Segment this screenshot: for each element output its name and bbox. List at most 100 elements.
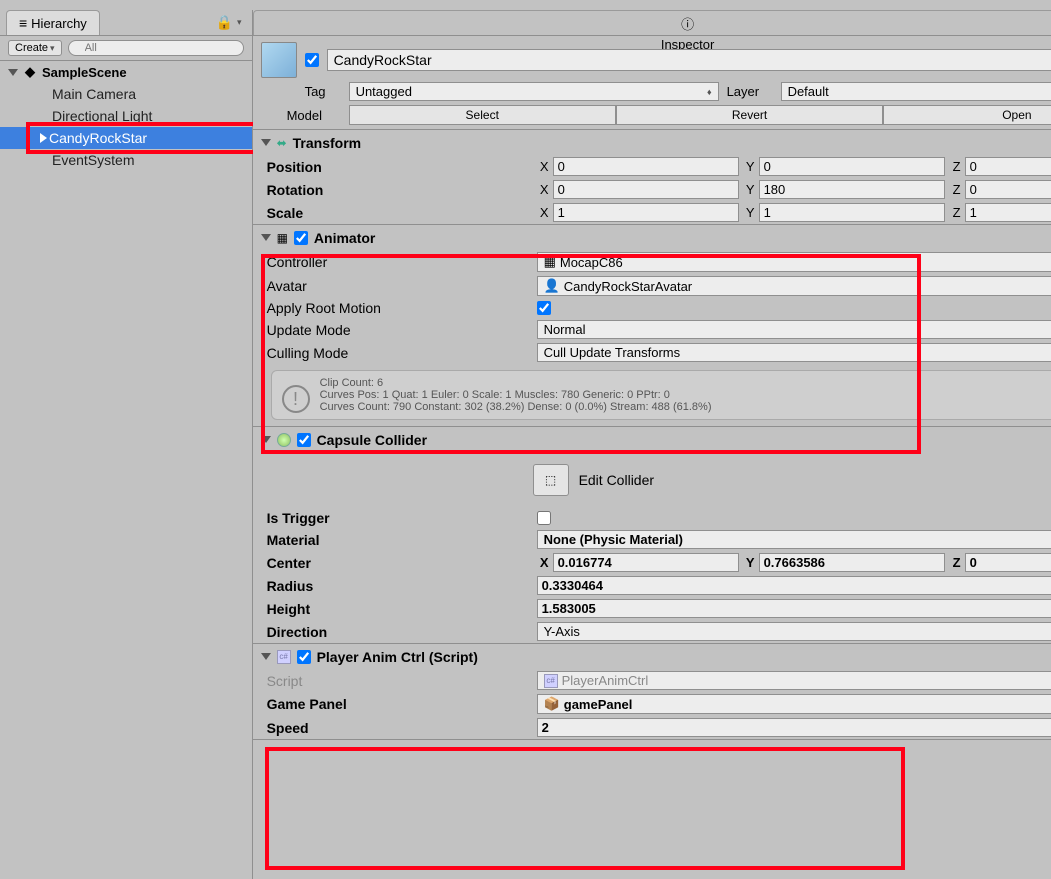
pos-y-input[interactable] — [759, 157, 945, 176]
rotation-label: Rotation — [267, 182, 537, 198]
script-enabled-checkbox[interactable] — [297, 650, 311, 664]
curves-count: Curves Count: 790 Constant: 302 (38.2%) … — [320, 401, 712, 413]
direction-dropdown[interactable]: Y-Axis♦ — [537, 622, 1051, 641]
foldout-icon — [8, 69, 18, 76]
model-revert-button[interactable]: Revert — [616, 105, 883, 125]
foldout-icon[interactable] — [261, 653, 271, 660]
foldout-icon[interactable] — [261, 436, 271, 443]
model-select-button[interactable]: Select — [349, 105, 616, 125]
gameobject-enabled-checkbox[interactable] — [305, 53, 319, 67]
hierarchy-item-directional-light[interactable]: Directional Light — [0, 105, 252, 127]
scene-row[interactable]: ◆ SampleScene — [0, 61, 252, 83]
update-mode-dropdown[interactable]: Normal♦ — [537, 320, 1051, 339]
rot-z-input[interactable] — [965, 180, 1051, 199]
transform-icon: ⬌ — [277, 136, 287, 150]
center-x-input[interactable] — [553, 553, 739, 572]
pos-z-input[interactable] — [965, 157, 1051, 176]
csharp-script-icon: c# — [544, 674, 558, 688]
center-label: Center — [267, 555, 537, 571]
rot-y-input[interactable] — [759, 180, 945, 199]
animator-title: Animator — [314, 230, 375, 246]
material-field[interactable]: None (Physic Material) — [537, 530, 1051, 549]
pos-x-input[interactable] — [553, 157, 739, 176]
scale-label: Scale — [267, 205, 537, 221]
game-panel-label: Game Panel — [267, 696, 537, 712]
game-panel-field[interactable]: 📦 gamePanel — [537, 694, 1051, 714]
curves-pos: Curves Pos: 1 Quat: 1 Euler: 0 Scale: 1 … — [320, 389, 712, 401]
edit-collider-button[interactable]: ⬚ — [533, 464, 569, 496]
speed-label: Speed — [267, 720, 537, 736]
edit-collider-label: Edit Collider — [579, 472, 654, 488]
capsule-collider-component: Capsule Collider ? ⚙ ⬚ Edit Collider Is … — [253, 427, 1051, 644]
info-icon: ! — [282, 385, 310, 413]
gameobject-icon[interactable] — [261, 42, 297, 78]
expand-icon — [40, 133, 47, 143]
apply-root-checkbox[interactable] — [537, 301, 551, 315]
radius-label: Radius — [267, 578, 537, 594]
is-trigger-checkbox[interactable] — [537, 511, 551, 525]
direction-label: Direction — [267, 624, 537, 640]
rot-x-input[interactable] — [553, 180, 739, 199]
center-z-input[interactable] — [965, 553, 1051, 572]
script-field: c#PlayerAnimCtrl — [537, 671, 1051, 690]
edit-collider-icon: ⬚ — [545, 473, 556, 487]
scene-name: SampleScene — [42, 65, 127, 80]
create-button[interactable]: Create ▾ — [8, 40, 62, 56]
culling-mode-label: Culling Mode — [267, 345, 537, 361]
hierarchy-lock[interactable]: 🔒 ▾ — [216, 10, 242, 35]
scale-x-input[interactable] — [553, 203, 739, 222]
hierarchy-item-eventsystem[interactable]: EventSystem — [0, 149, 252, 171]
tag-label: Tag — [305, 84, 341, 99]
controller-field[interactable]: ▦ MocapC86 — [537, 252, 1051, 272]
foldout-icon[interactable] — [261, 234, 271, 241]
speed-input[interactable] — [537, 718, 1051, 737]
avatar-field[interactable]: 👤 CandyRockStarAvatar — [537, 276, 1051, 296]
scale-z-input[interactable] — [965, 203, 1051, 222]
animator-component: ▦ Animator ? ⚙ Controller ▦ MocapC86 Ava… — [253, 225, 1051, 427]
highlight-box-script — [265, 747, 905, 870]
animator-info-box: ! Clip Count: 6 Curves Pos: 1 Quat: 1 Eu… — [271, 370, 1051, 420]
height-input[interactable] — [537, 599, 1051, 618]
inspector-icon: ⓘ — [681, 14, 694, 33]
capsule-title: Capsule Collider — [317, 432, 427, 448]
model-open-button[interactable]: Open — [883, 105, 1051, 125]
foldout-icon[interactable] — [261, 139, 271, 146]
create-label: Create — [15, 42, 48, 54]
hierarchy-item-candyrockstar[interactable]: CandyRockStar — [0, 127, 252, 149]
controller-label: Controller — [267, 254, 537, 270]
clip-count: Clip Count: 6 — [320, 377, 712, 389]
animator-enabled-checkbox[interactable] — [294, 231, 308, 245]
layer-label: Layer — [727, 84, 773, 99]
position-label: Position — [267, 159, 537, 175]
chevron-down-icon: ▾ — [50, 43, 55, 54]
transform-title: Transform — [293, 135, 361, 151]
capsule-icon — [277, 433, 291, 447]
material-label: Material — [267, 532, 537, 548]
layer-dropdown[interactable]: Default♦ — [781, 82, 1051, 101]
hierarchy-tab[interactable]: Hierarchy — [6, 10, 100, 35]
script-label: Script — [267, 673, 537, 689]
hierarchy-item-label: CandyRockStar — [49, 130, 147, 146]
transform-component: ⬌ Transform ? ⚙ Position X Y Z Rotation … — [253, 130, 1051, 225]
hierarchy-search-input[interactable] — [68, 40, 244, 56]
inspector-tab[interactable]: ⓘ Inspector — [253, 10, 1051, 35]
capsule-enabled-checkbox[interactable] — [297, 433, 311, 447]
inspector-panel: ⓘ Inspector 🔒 ▾ Static Tag Untagged♦ Lay… — [253, 10, 1051, 879]
avatar-label: Avatar — [267, 278, 537, 294]
animator-icon: ▦ — [277, 231, 288, 245]
hierarchy-tab-label: Hierarchy — [31, 16, 87, 31]
model-label: Model — [287, 108, 341, 123]
tag-dropdown[interactable]: Untagged♦ — [349, 82, 719, 101]
top-toolbar — [0, 0, 1051, 10]
player-script-title: Player Anim Ctrl (Script) — [317, 649, 478, 665]
center-y-input[interactable] — [759, 553, 945, 572]
scale-y-input[interactable] — [759, 203, 945, 222]
hierarchy-icon — [19, 15, 27, 31]
csharp-script-icon: c# — [277, 650, 291, 664]
hierarchy-item-main-camera[interactable]: Main Camera — [0, 83, 252, 105]
culling-mode-dropdown[interactable]: Cull Update Transforms♦ — [537, 343, 1051, 362]
radius-input[interactable] — [537, 576, 1051, 595]
gameobject-name-input[interactable] — [327, 49, 1051, 71]
is-trigger-label: Is Trigger — [267, 510, 537, 526]
hierarchy-panel: Hierarchy 🔒 ▾ Create ▾ ◆ SampleScene Mai… — [0, 10, 253, 879]
